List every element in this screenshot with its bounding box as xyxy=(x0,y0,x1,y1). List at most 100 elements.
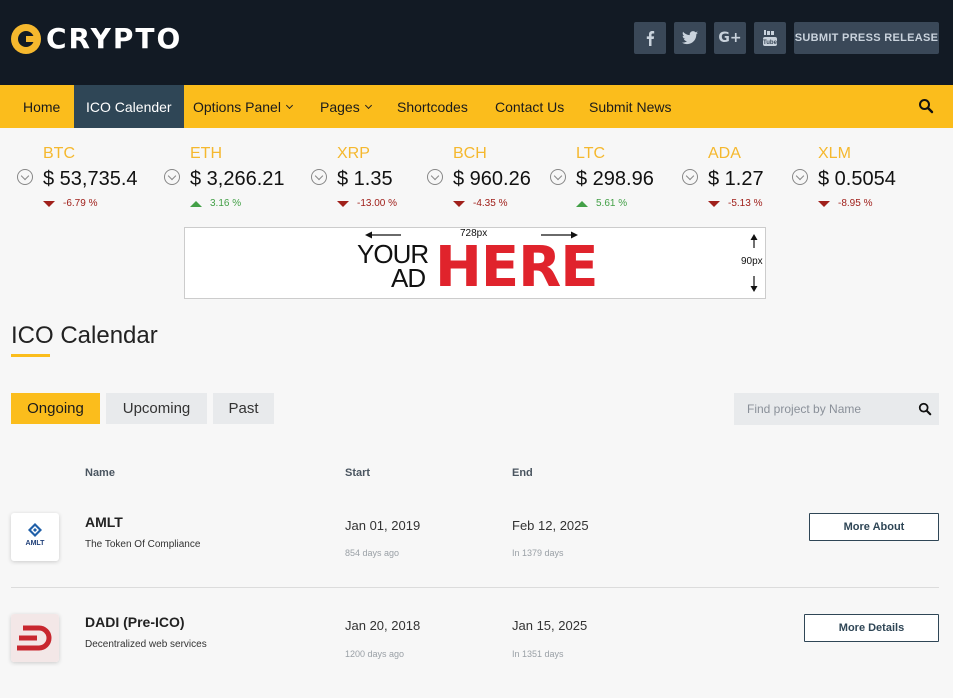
coin-change: -6.79 % xyxy=(43,198,97,209)
coin-symbol: XLM xyxy=(818,145,851,162)
arrow-down-icon xyxy=(708,200,720,207)
coin-change-value: -6.79 % xyxy=(63,198,98,209)
youtube-icon[interactable]: Tube xyxy=(754,22,786,54)
tab-ongoing[interactable]: Ongoing xyxy=(11,393,100,424)
end-relative: In 1351 days xyxy=(512,649,564,659)
project-name[interactable]: DADI (Pre-ICO) xyxy=(85,614,185,630)
arrow-down-icon xyxy=(43,200,55,207)
coin-symbol: XRP xyxy=(337,145,370,162)
coin-symbol: BCH xyxy=(453,145,487,162)
project-search xyxy=(734,393,939,425)
search-icon[interactable] xyxy=(918,98,934,114)
nav-item-contact-us[interactable]: Contact Us xyxy=(495,85,564,128)
nav-item-label: Options Panel xyxy=(193,98,281,115)
search-icon[interactable] xyxy=(918,402,932,416)
site-header: CRYPTO G+ Tube SUBMIT PRESS RELEASE xyxy=(0,0,953,85)
column-header-end: End xyxy=(512,467,533,479)
nav-item-home[interactable]: Home xyxy=(23,85,60,128)
coin-change: -13.00 % xyxy=(337,198,397,209)
dadi-logo-icon xyxy=(11,614,59,662)
chevron-down-circle-icon[interactable] xyxy=(311,169,327,185)
arrow-down-icon xyxy=(818,200,830,207)
coin-price: $ 3,266.21 xyxy=(190,168,285,190)
coin-change-value: -13.00 % xyxy=(357,198,398,209)
end-date: Feb 12, 2025 xyxy=(512,518,589,533)
row-divider xyxy=(11,587,939,588)
chevron-down-circle-icon[interactable] xyxy=(682,169,698,185)
project-logo[interactable] xyxy=(11,614,59,662)
submit-press-release-button[interactable]: SUBMIT PRESS RELEASE xyxy=(794,22,939,54)
coin-change-value: -4.35 % xyxy=(473,198,508,209)
nav-item-pages[interactable]: Pages xyxy=(320,85,372,128)
nav-item-label: Pages xyxy=(320,98,360,115)
end-relative: In 1379 days xyxy=(512,548,564,558)
more-details-button[interactable]: More Details xyxy=(804,614,939,642)
coin-change: -8.95 % xyxy=(818,198,872,209)
coin-change-value: -5.13 % xyxy=(728,198,763,209)
chevron-down-circle-icon[interactable] xyxy=(427,169,443,185)
chevron-down-circle-icon[interactable] xyxy=(550,169,566,185)
start-relative: 854 days ago xyxy=(345,548,400,558)
coin-symbol: LTC xyxy=(576,145,606,162)
chevron-down-circle-icon[interactable] xyxy=(792,169,808,185)
coin-price: $ 1.35 xyxy=(337,168,393,190)
tab-upcoming[interactable]: Upcoming xyxy=(106,393,207,424)
coin-change: 3.16 % xyxy=(190,198,241,209)
coin-symbol: BTC xyxy=(43,145,75,162)
ad-height-label: 90px xyxy=(741,256,763,267)
end-date: Jan 15, 2025 xyxy=(512,618,588,633)
ad-banner[interactable]: 728px 90px YOUR AD HERE xyxy=(184,227,766,299)
search-input[interactable] xyxy=(734,393,909,425)
ad-here-text: HERE xyxy=(435,235,598,300)
coin-price: $ 298.96 xyxy=(576,168,654,190)
start-date: Jan 01, 2019 xyxy=(345,518,421,533)
chevron-down-circle-icon[interactable] xyxy=(17,169,33,185)
page-title: ICO Calendar xyxy=(11,322,158,349)
arrow-up-icon xyxy=(576,200,588,207)
coin-change: 5.61 % xyxy=(576,198,627,209)
coin-change: -5.13 % xyxy=(708,198,762,209)
google-plus-icon[interactable]: G+ xyxy=(714,22,746,54)
tab-past[interactable]: Past xyxy=(213,393,274,424)
amlt-logo-icon xyxy=(28,523,42,537)
project-subtitle: The Token Of Compliance xyxy=(85,539,201,550)
column-header-start: Start xyxy=(345,467,371,479)
nav-item-submit-news[interactable]: Submit News xyxy=(589,85,671,128)
ad-ad-text: AD xyxy=(391,263,426,293)
coin-symbol: ETH xyxy=(190,145,222,162)
start-relative: 1200 days ago xyxy=(345,649,405,659)
nav-item-shortcodes[interactable]: Shortcodes xyxy=(397,85,468,128)
logo-c-icon xyxy=(11,23,41,54)
coin-change-value: -8.95 % xyxy=(838,198,873,209)
arrow-down-icon xyxy=(453,200,465,207)
project-subtitle: Decentralized web services xyxy=(85,639,207,650)
arrow-up-icon xyxy=(190,200,202,207)
coin-price: $ 960.26 xyxy=(453,168,531,190)
facebook-icon[interactable] xyxy=(634,22,666,54)
project-name[interactable]: AMLT xyxy=(85,514,123,530)
coin-price: $ 1.27 xyxy=(708,168,764,190)
project-logo-text: AMLT xyxy=(25,540,45,547)
twitter-icon[interactable] xyxy=(674,22,706,54)
main-nav: Home ICO Calender Options Panel Pages Sh… xyxy=(0,85,953,128)
logo-text: CRYPTO xyxy=(46,22,183,55)
coin-change-value: 5.61 % xyxy=(596,198,628,209)
project-logo[interactable]: AMLT xyxy=(11,513,59,561)
nav-item-ico-calender[interactable]: ICO Calender xyxy=(74,85,184,128)
coin-symbol: ADA xyxy=(708,145,741,162)
chevron-down-icon xyxy=(364,101,372,109)
nav-item-options-panel[interactable]: Options Panel xyxy=(193,85,293,128)
coin-price: $ 0.5054 xyxy=(818,168,896,190)
svg-text:Tube: Tube xyxy=(763,40,778,46)
column-header-name: Name xyxy=(85,467,115,479)
arrow-down-icon xyxy=(337,200,349,207)
coin-change-value: 3.16 % xyxy=(210,198,242,209)
coin-change: -4.35 % xyxy=(453,198,507,209)
chevron-down-icon xyxy=(285,101,293,109)
start-date: Jan 20, 2018 xyxy=(345,618,421,633)
site-logo[interactable]: CRYPTO xyxy=(11,22,182,55)
more-about-button[interactable]: More About xyxy=(809,513,939,541)
chevron-down-circle-icon[interactable] xyxy=(164,169,180,185)
coin-price: $ 53,735.4 xyxy=(43,168,138,190)
title-underline xyxy=(11,354,50,357)
